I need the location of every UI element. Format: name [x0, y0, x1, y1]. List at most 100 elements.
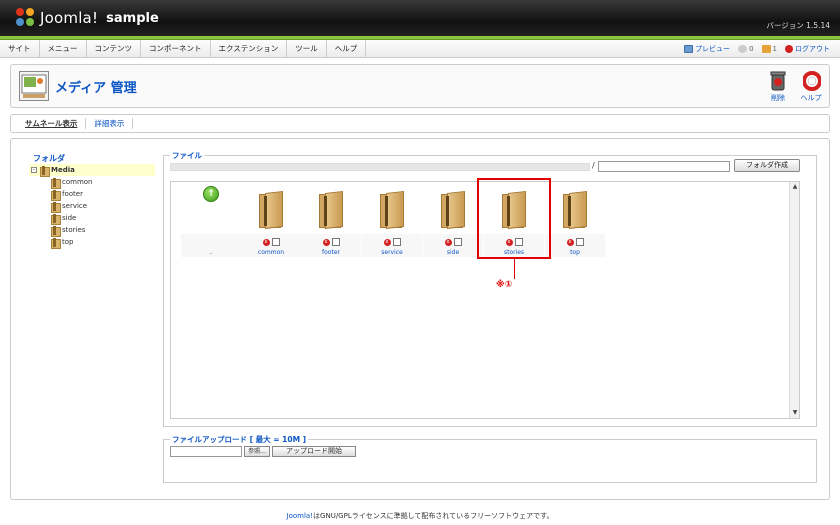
upload-fieldset: ファイルアップロード [ 最大 = 10M ] 参照... アップロード開始: [163, 434, 817, 483]
menu-item-components[interactable]: コンポーネント: [141, 40, 211, 58]
menu-item-help[interactable]: ヘルプ: [327, 40, 367, 58]
delete-icon[interactable]: x: [383, 238, 391, 246]
upload-file-input[interactable]: [170, 446, 242, 457]
folder-item-service[interactable]: x service: [362, 182, 422, 257]
folder-icon: [51, 189, 61, 201]
folder-label[interactable]: top: [545, 249, 605, 256]
folder-up-cell[interactable]: ↑ ..: [181, 182, 241, 257]
folder-up-label: ..: [209, 249, 213, 256]
delete-icon[interactable]: x: [322, 238, 330, 246]
select-checkbox[interactable]: [271, 238, 280, 246]
delete-button[interactable]: 削除: [763, 71, 793, 103]
version-label: バージョン 1.5.14: [766, 21, 830, 30]
folder-icon: [319, 191, 343, 229]
select-checkbox[interactable]: [392, 238, 401, 246]
menu-item-content[interactable]: コンテンツ: [87, 40, 141, 58]
tab-thumbnail-view[interactable]: サムネール表示: [17, 118, 87, 129]
select-checkbox[interactable]: [331, 238, 340, 246]
folder-thumb: [301, 182, 361, 234]
folder-label[interactable]: service: [362, 249, 422, 256]
tab-detail-view[interactable]: 詳細表示: [86, 118, 134, 129]
site-name: sample: [106, 10, 159, 26]
tree-item-label: service: [62, 202, 88, 210]
logout-link[interactable]: ログアウト: [785, 44, 830, 54]
tree-item-label: stories: [62, 226, 86, 234]
tree-item-stories[interactable]: stories: [29, 224, 155, 237]
preview-link[interactable]: プレビュー: [684, 44, 730, 54]
file-browser-area: ↑ .. x common x footer x service x side …: [170, 178, 800, 419]
folder-thumb: [241, 182, 301, 234]
users-status[interactable]: 1: [761, 45, 777, 53]
menu-item-extensions[interactable]: エクステンション: [211, 40, 288, 58]
folder-item-footer[interactable]: x footer: [301, 182, 361, 257]
folder-item-side[interactable]: x side: [423, 182, 483, 257]
tree-root-media[interactable]: - Media: [29, 164, 155, 177]
scroll-down-icon[interactable]: ▼: [791, 409, 799, 417]
media-manager-icon: [19, 71, 49, 101]
tree-item-side[interactable]: side: [29, 212, 155, 225]
folder-tree: - Media common footer service side stori…: [29, 164, 155, 249]
help-button[interactable]: ヘルプ: [796, 71, 826, 103]
tree-item-footer[interactable]: footer: [29, 188, 155, 201]
folder-thumb: [545, 182, 605, 234]
users-icon: [761, 45, 771, 53]
footer: Joomla!はGNU/GPLライセンスに準拠して配布されているフリーソフトウェ…: [0, 511, 840, 521]
file-area-scrollbar[interactable]: ▲ ▼: [789, 182, 799, 418]
toolbar-box: メディア 管理 削除 ヘルプ: [10, 64, 830, 108]
folder-item-common[interactable]: x common: [241, 182, 301, 257]
new-folder-input[interactable]: [598, 161, 730, 172]
files-legend: ファイル: [170, 150, 204, 161]
up-arrow-icon[interactable]: ↑: [203, 186, 219, 202]
tree-item-service[interactable]: service: [29, 200, 155, 213]
folder-label[interactable]: common: [241, 249, 301, 256]
folder-controls: x: [362, 238, 422, 246]
folder-item-top[interactable]: x top: [545, 182, 605, 257]
browse-button[interactable]: 参照...: [244, 446, 270, 457]
tree-item-label: common: [62, 178, 93, 186]
delete-icon[interactable]: x: [262, 238, 270, 246]
folder-controls: x: [423, 238, 483, 246]
create-folder-button[interactable]: フォルダ作成: [734, 159, 800, 172]
menu-item-menus[interactable]: メニュー: [40, 40, 87, 58]
folder-icon: [380, 191, 404, 229]
messages-status[interactable]: 0: [738, 45, 754, 53]
footer-text: はGNU/GPLライセンスに準拠して配布されているフリーソフトウェアです。: [313, 512, 554, 520]
messages-icon: [738, 45, 748, 53]
folder-icon: [563, 191, 587, 229]
annotation-label: ※①: [496, 280, 513, 290]
files-fieldset: ファイル / フォルダ作成 ↑ .. x common x footer x s…: [163, 150, 817, 427]
view-submenu: サムネール表示 詳細表示: [10, 114, 830, 133]
tree-root-label: Media: [51, 166, 75, 174]
folder-label[interactable]: footer: [301, 249, 361, 256]
page-title: メディア 管理: [55, 81, 137, 96]
menu-item-site[interactable]: サイト: [0, 40, 40, 58]
delete-icon[interactable]: x: [444, 238, 452, 246]
logout-label: ログアウト: [795, 45, 830, 53]
tree-item-top[interactable]: top: [29, 236, 155, 249]
tree-item-label: side: [62, 214, 77, 222]
preview-icon: [684, 45, 694, 53]
folder-thumb: [362, 182, 422, 234]
joomla-logo-icon: [16, 8, 36, 28]
status-area: プレビュー 0 1 ログアウト: [676, 40, 830, 58]
select-checkbox[interactable]: [575, 238, 584, 246]
lifebuoy-icon: [802, 71, 822, 91]
select-checkbox[interactable]: [453, 238, 462, 246]
scroll-up-icon[interactable]: ▲: [791, 183, 799, 191]
help-label: ヘルプ: [800, 94, 822, 102]
tree-item-common[interactable]: common: [29, 176, 155, 189]
joomla-logo[interactable]: Joomla! sample: [16, 8, 159, 28]
joomla-link[interactable]: Joomla!: [287, 512, 314, 520]
messages-count: 0: [749, 45, 754, 53]
folder-up-thumb: ↑: [181, 182, 241, 234]
folder-tree-title: フォルダ: [33, 154, 65, 163]
delete-label: 削除: [771, 94, 785, 102]
folder-label[interactable]: side: [423, 249, 483, 256]
trash-icon: [770, 71, 786, 91]
start-upload-button[interactable]: アップロード開始: [272, 446, 356, 457]
menu-item-tools[interactable]: ツール: [287, 40, 327, 58]
collapse-icon[interactable]: -: [31, 167, 37, 173]
folder-controls: x: [241, 238, 301, 246]
folder-icon: [51, 225, 61, 237]
delete-icon[interactable]: x: [566, 238, 574, 246]
